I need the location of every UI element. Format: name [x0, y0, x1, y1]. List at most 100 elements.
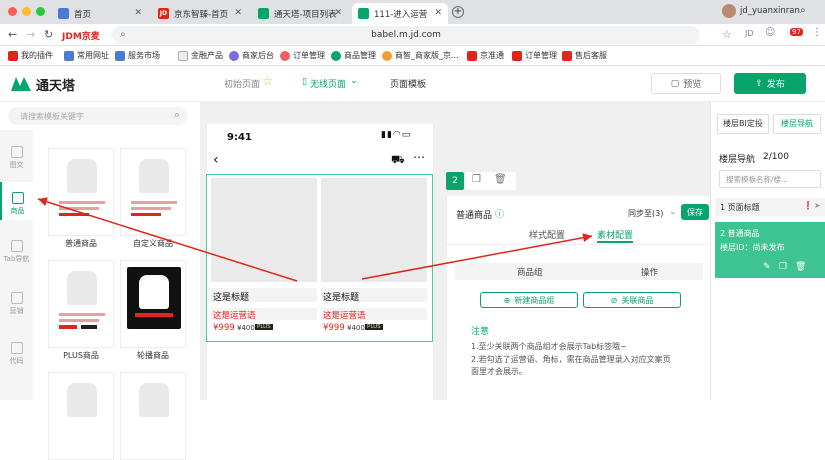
new-group-button[interactable]: ⊕ 新建商品组 — [480, 292, 578, 308]
back-chevron-icon[interactable]: ‹ — [213, 152, 219, 168]
active-tab-underline — [597, 241, 633, 243]
template-card-normal[interactable] — [48, 148, 114, 236]
notification-badge[interactable]: 97 — [790, 28, 803, 36]
text-line — [59, 319, 99, 322]
initial-page-label[interactable]: 初始页面 — [224, 77, 260, 90]
minimize-window-button[interactable] — [22, 7, 31, 16]
bookmark-item[interactable]: 京准通 — [467, 50, 504, 61]
tab-floor-nav[interactable]: 楼层导航 — [773, 114, 821, 134]
tongtianta-icon — [258, 8, 269, 19]
browser-tab-jd[interactable]: JD 京东智臻-首页 ✕ — [152, 3, 248, 24]
avatar[interactable] — [722, 4, 736, 18]
template-category-nav: 图文 商品 Tab导航 营销 代码 — [0, 130, 33, 400]
bookmark-item[interactable]: 订单管理 — [280, 50, 325, 61]
bookmark-item[interactable]: 我的插件 — [8, 50, 53, 61]
floor-panel: 楼层BI定投 楼层导航 楼层导航 2/100 搜索模板名称/楼... 1 页面标… — [710, 102, 825, 400]
template-search-input[interactable]: 请搜索模板关键字 ⌕ — [8, 107, 188, 125]
star-icon[interactable]: ☆ — [262, 74, 273, 88]
wireless-page-dropdown[interactable]: 无线页面 — [310, 77, 346, 90]
link-product-button[interactable]: ⊘ 关联商品 — [583, 292, 681, 308]
user-name[interactable]: jd_yuanxinran — [740, 6, 800, 16]
chevron-down-icon[interactable]: ⌄ — [350, 76, 358, 86]
grid-icon — [10, 240, 23, 252]
template-card-plus[interactable] — [48, 260, 114, 348]
nav-marketing[interactable]: 营销 — [0, 292, 33, 316]
cart-icon[interactable]: ⛟ — [391, 153, 405, 168]
status-icons: ▮▮◠▭ — [381, 130, 412, 140]
maximize-window-button[interactable] — [36, 7, 45, 16]
floor-item-selected[interactable]: 2 普通商品 楼层ID：尚未发布 ✎ ❐ 🗑 — [715, 222, 825, 278]
close-window-button[interactable] — [8, 7, 17, 16]
address-input[interactable]: ⌕ babel.m.jd.com — [112, 26, 700, 44]
delete-icon[interactable]: 🗑 — [494, 174, 507, 185]
phone-icon: ▯ — [302, 77, 307, 87]
tab-style-config[interactable]: 样式配置 — [529, 228, 565, 241]
selected-floor-product[interactable]: 这是标题 这是运营语 ¥999 ¥400 PLUS 这是标题 这是运营语 ¥99… — [206, 174, 433, 342]
template-card[interactable] — [48, 372, 114, 460]
new-tab-button[interactable]: + — [452, 6, 464, 18]
edit-icon[interactable]: ✎ — [763, 262, 771, 272]
template-card-custom[interactable] — [120, 148, 186, 236]
bookmark-item[interactable]: 商家后台 — [229, 50, 274, 61]
back-icon[interactable]: ← — [8, 28, 17, 41]
browser-tab-operation[interactable]: 111-进入运营 ✕ — [352, 3, 448, 24]
bookmark-item[interactable]: 金融产品 — [178, 50, 223, 61]
product-orig-price: ¥400 — [347, 324, 365, 332]
status-time: 9:41 — [227, 132, 252, 143]
template-card-carousel[interactable] — [120, 260, 186, 348]
search-tabs-icon[interactable]: ⌕ — [800, 5, 806, 16]
forward-icon[interactable]: → — [26, 28, 35, 41]
col-header-group: 商品组 — [517, 268, 543, 278]
nav-text-image[interactable]: 图文 — [0, 146, 33, 170]
product-image — [211, 178, 317, 282]
save-button[interactable]: 保存 — [681, 204, 709, 220]
locate-icon[interactable]: ➤ — [814, 201, 821, 210]
table-header: 商品组 操作 — [455, 263, 703, 280]
text-line — [131, 207, 171, 210]
nav-product[interactable]: 商品 — [0, 182, 33, 220]
copy-icon[interactable]: ❐ — [779, 262, 787, 272]
tab-label: 111-进入运营 — [374, 9, 428, 20]
nav-tab[interactable]: Tab导航 — [0, 240, 33, 264]
jd-extension-icon[interactable]: JD — [745, 29, 754, 38]
product-price: ¥999 — [323, 323, 345, 333]
delete-icon[interactable]: 🗑 — [795, 262, 806, 272]
chart-icon — [10, 146, 23, 158]
tab-floor-bi[interactable]: 楼层BI定投 — [717, 114, 769, 134]
close-tab-icon[interactable]: ✕ — [234, 8, 242, 18]
sync-dropdown[interactable]: 同步至(3) — [628, 208, 663, 219]
menu-icon[interactable]: ⋮ — [812, 27, 822, 38]
bookmark-item[interactable]: 订单管理 — [512, 50, 557, 61]
bookmark-item[interactable]: 商品管理 — [331, 50, 376, 61]
template-card[interactable] — [120, 372, 186, 460]
floor-search-input[interactable]: 搜索模板名称/楼... — [719, 170, 821, 188]
copy-icon[interactable]: ❐ — [472, 174, 481, 185]
help-icon[interactable]: ⓘ — [495, 207, 504, 220]
reload-icon[interactable]: ↻ — [44, 28, 53, 41]
bookmark-star-icon[interactable]: ☆ — [722, 28, 732, 41]
close-tab-icon[interactable]: ✕ — [134, 8, 142, 18]
floor-toolbar: ❐ 🗑 — [466, 172, 516, 190]
close-tab-icon[interactable]: ✕ — [334, 8, 342, 18]
floor-item[interactable]: 1 页面标题 ❗ ➤ — [715, 198, 825, 216]
bookmark-item[interactable]: 售后客服 — [562, 50, 607, 61]
bookmark-item[interactable]: 商智_商家版_京... — [382, 50, 459, 61]
template-name: PLUS商品 — [63, 351, 99, 360]
extension-icon[interactable]: ☺ — [765, 27, 775, 38]
more-icon[interactable]: ⋯ — [413, 150, 425, 164]
price-line — [135, 313, 173, 317]
tab-material-config[interactable]: 素材配置 — [597, 228, 633, 241]
bookmark-item[interactable]: 服务市场 — [115, 50, 160, 61]
chevron-down-icon[interactable]: ⌄ — [669, 207, 677, 217]
col-header-action: 操作 — [641, 268, 659, 278]
bookmark-item[interactable]: 常用网址 — [64, 50, 109, 61]
search-icon[interactable]: ⌕ — [174, 108, 180, 122]
nav-code[interactable]: 代码 — [0, 342, 33, 366]
cube-icon — [11, 192, 24, 204]
preview-button[interactable]: ▢ 预览 — [651, 73, 721, 94]
browser-tab-project-list[interactable]: 通天塔-项目列表 ✕ — [252, 3, 348, 24]
publish-button[interactable]: ⇪ 发布 — [734, 73, 806, 94]
close-tab-icon[interactable]: ✕ — [434, 8, 442, 18]
browser-tab-home[interactable]: 首页 ✕ — [52, 3, 148, 24]
page-template-tab[interactable]: 页面模板 — [390, 77, 426, 90]
